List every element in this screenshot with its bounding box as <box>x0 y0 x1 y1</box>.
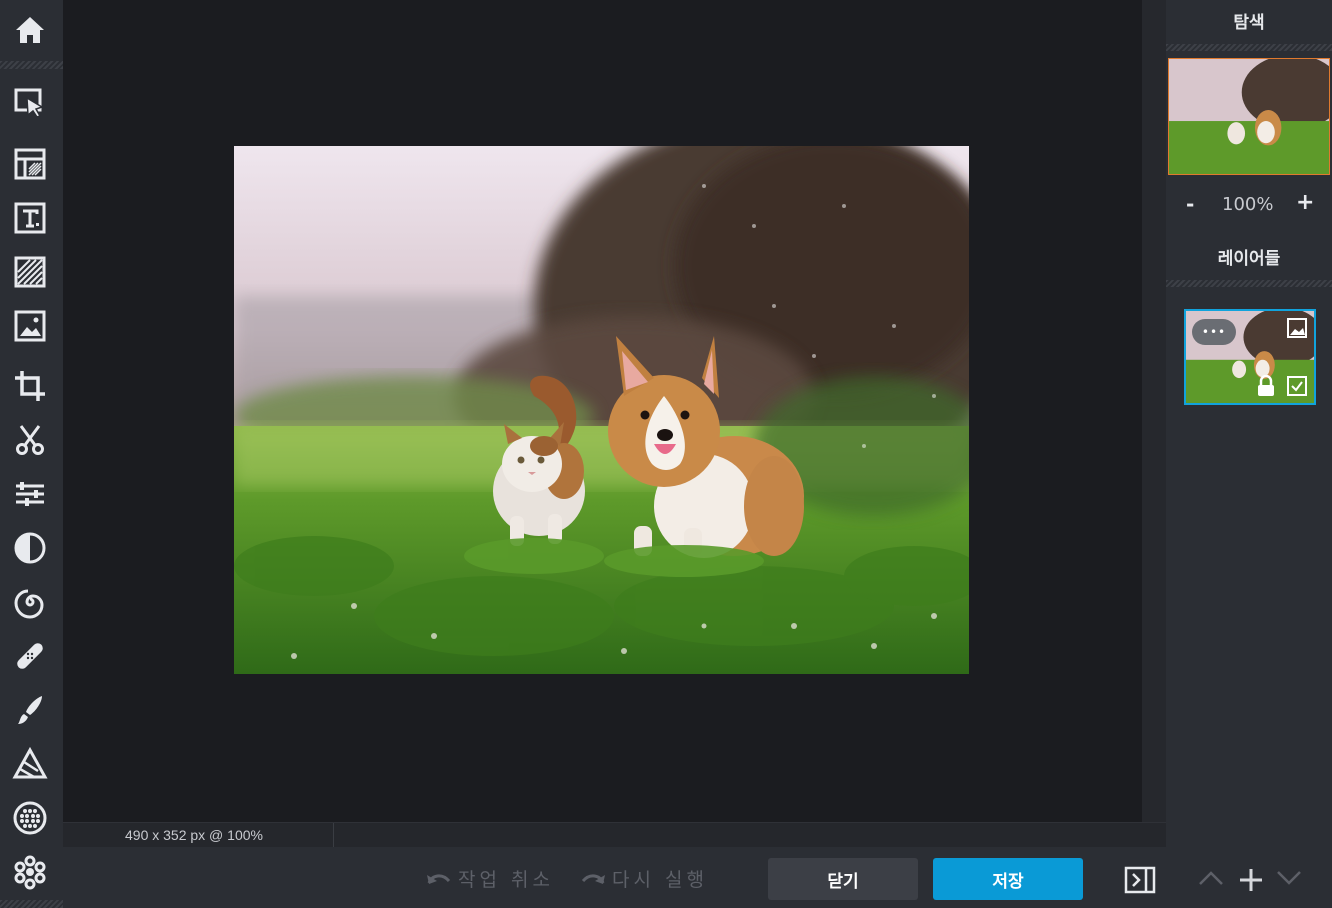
zoom-out-button[interactable]: - <box>1186 192 1194 216</box>
image-icon[interactable] <box>8 304 52 348</box>
save-button[interactable]: 저장 <box>933 858 1083 900</box>
bottom-bar: 작업 취소 다시 실행 닫기 저장 <box>63 847 1332 908</box>
image-size-status: 490 x 352 px @ 100% <box>125 827 263 843</box>
close-button[interactable]: 닫기 <box>768 858 918 900</box>
zoom-in-button[interactable]: + <box>1296 190 1314 215</box>
texture-icon[interactable] <box>8 250 52 294</box>
pattern-dots-icon[interactable] <box>8 796 52 840</box>
canvas-image[interactable] <box>234 146 969 674</box>
crop-icon[interactable] <box>8 364 52 408</box>
redo-button[interactable]: 다시 실행 <box>580 865 708 892</box>
undo-icon <box>427 874 451 884</box>
undo-label: 작업 취소 <box>458 869 554 891</box>
redo-label: 다시 실행 <box>612 869 708 891</box>
canvas-area[interactable] <box>63 0 1142 822</box>
toggle-panel-icon[interactable] <box>1124 866 1156 898</box>
panel-divider <box>1166 44 1332 51</box>
toolbar-divider <box>0 900 63 908</box>
toolbar-divider <box>0 61 63 69</box>
select-arrow-icon[interactable] <box>8 81 52 125</box>
lock-icon[interactable] <box>1256 374 1276 401</box>
left-toolbar <box>0 0 63 908</box>
brush-icon[interactable] <box>8 688 52 732</box>
zoom-level: 100% <box>1222 194 1274 215</box>
redo-icon <box>581 874 605 884</box>
layer-more-button[interactable]: ••• <box>1192 319 1236 345</box>
contrast-icon[interactable] <box>8 526 52 570</box>
layout-icon[interactable] <box>8 142 52 186</box>
undo-button[interactable]: 작업 취소 <box>426 865 554 892</box>
cut-icon[interactable] <box>8 418 52 462</box>
navigator-title: 탐색 <box>1233 13 1265 33</box>
status-divider <box>333 823 334 848</box>
chevron-down-icon[interactable] <box>1276 869 1302 891</box>
chevron-up-icon[interactable] <box>1198 869 1224 891</box>
layer-type-image-icon <box>1286 317 1308 343</box>
swirl-icon[interactable] <box>8 580 52 624</box>
panel-divider <box>1166 280 1332 287</box>
vertical-scrollbar[interactable] <box>1142 0 1166 822</box>
status-bar: 490 x 352 px @ 100% <box>63 822 1166 848</box>
bandage-icon[interactable] <box>8 634 52 678</box>
triangle-shape-icon[interactable] <box>8 742 52 786</box>
adjust-sliders-icon[interactable] <box>8 472 52 516</box>
zoom-controls: - 100% + <box>1166 190 1332 220</box>
navigator-thumbnail[interactable] <box>1168 58 1330 175</box>
visibility-checkbox-icon[interactable] <box>1286 375 1308 401</box>
flower-icon[interactable] <box>8 850 52 894</box>
layers-title: 레이어들 <box>1217 249 1281 269</box>
right-panel: 탐색 - 100% + 레이어들 ••• <box>1166 0 1332 847</box>
layer-item[interactable]: ••• <box>1184 309 1316 405</box>
add-layer-icon[interactable] <box>1238 867 1264 897</box>
home-icon[interactable] <box>8 8 52 52</box>
text-icon[interactable] <box>8 196 52 240</box>
